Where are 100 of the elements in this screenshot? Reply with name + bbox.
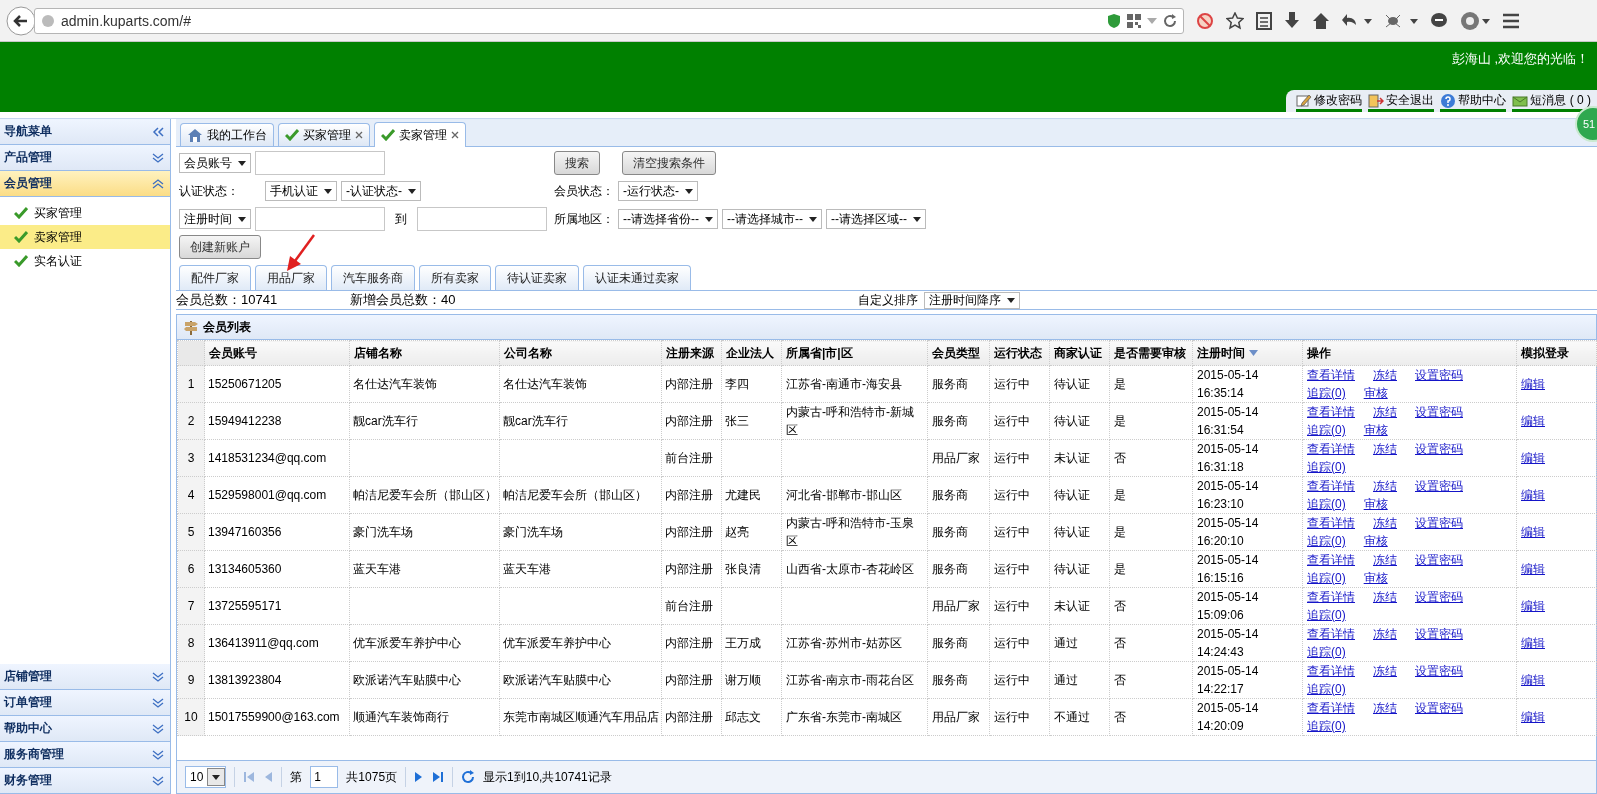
action-link[interactable]: 追踪(0) (1307, 532, 1346, 550)
menu-item[interactable]: 实名认证 (0, 249, 170, 273)
edit-link[interactable]: 编辑 (1521, 562, 1545, 576)
action-link[interactable]: 冻结 (1373, 662, 1397, 680)
action-link[interactable]: 冻结 (1373, 366, 1397, 384)
action-link[interactable]: 设置密码 (1415, 551, 1463, 569)
sort-dropdown[interactable]: 注册时间降序 (924, 291, 1020, 309)
action-link[interactable]: 追踪(0) (1307, 384, 1346, 402)
column-header[interactable]: 商家认证 (1049, 340, 1110, 366)
action-link[interactable]: 查看详情 (1307, 699, 1355, 717)
edit-link[interactable]: 编辑 (1521, 525, 1545, 539)
action-link[interactable]: 追踪(0) (1307, 717, 1346, 735)
collapse-icon[interactable] (152, 126, 164, 137)
tab[interactable]: 卖家管理 (374, 122, 466, 147)
menu-item[interactable]: 买家管理 (0, 201, 170, 225)
edit-link[interactable]: 编辑 (1521, 710, 1545, 724)
edit-link[interactable]: 编辑 (1521, 377, 1545, 391)
action-link[interactable]: 设置密码 (1415, 403, 1463, 421)
dropdown[interactable]: -运行状态- (618, 181, 698, 201)
edit-link[interactable]: 编辑 (1521, 414, 1545, 428)
back-button[interactable] (6, 5, 36, 36)
menu-section[interactable]: 店铺管理 (0, 664, 170, 690)
action-link[interactable]: 冻结 (1373, 625, 1397, 643)
header-link[interactable]: 修改密码 (1296, 92, 1363, 112)
download-icon[interactable] (1284, 11, 1300, 30)
action-link[interactable]: 冻结 (1373, 477, 1397, 495)
action-link[interactable]: 查看详情 (1307, 366, 1355, 384)
column-header[interactable]: 模拟登录 (1516, 340, 1597, 366)
close-icon[interactable] (451, 131, 459, 139)
edit-link[interactable]: 编辑 (1521, 636, 1545, 650)
column-header[interactable]: 企业法人 (721, 340, 782, 366)
action-link[interactable]: 冻结 (1373, 588, 1397, 606)
dropdown[interactable]: 手机认证 (265, 181, 337, 201)
action-link[interactable]: 冻结 (1373, 403, 1397, 421)
dropdown[interactable]: --请选择省份-- (618, 209, 718, 229)
close-icon[interactable] (355, 131, 363, 139)
menu-item[interactable]: 卖家管理 (0, 225, 170, 249)
clear-button[interactable]: 清空搜索条件 (622, 151, 716, 175)
action-link[interactable]: 查看详情 (1307, 514, 1355, 532)
tab[interactable]: 认证未通过卖家 (583, 265, 691, 290)
edit-link[interactable]: 编辑 (1521, 451, 1545, 465)
list-icon[interactable] (1256, 11, 1272, 30)
column-header[interactable]: 所属省|市|区 (781, 340, 928, 366)
home-icon[interactable] (1312, 11, 1330, 30)
action-link[interactable]: 设置密码 (1415, 699, 1463, 717)
last-page-icon[interactable] (432, 771, 445, 783)
action-link[interactable]: 追踪(0) (1307, 643, 1346, 661)
action-link[interactable]: 冻结 (1373, 699, 1397, 717)
edit-link[interactable]: 编辑 (1521, 673, 1545, 687)
tab[interactable]: 用品厂家 (255, 265, 327, 290)
action-link[interactable]: 审核 (1363, 384, 1388, 402)
create-account-button[interactable]: 创建新账户 (179, 235, 261, 259)
tab[interactable]: 所有卖家 (419, 265, 491, 290)
column-header[interactable]: 公司名称 (499, 340, 662, 366)
column-header[interactable]: 是否需要审核 (1109, 340, 1193, 366)
block-icon[interactable] (1196, 11, 1214, 30)
action-link[interactable]: 审核 (1363, 569, 1388, 587)
action-link[interactable]: 冻结 (1373, 514, 1397, 532)
reload-icon[interactable] (1163, 13, 1177, 28)
search-button[interactable]: 搜索 (554, 151, 600, 175)
action-link[interactable]: 查看详情 (1307, 477, 1355, 495)
text-field[interactable] (255, 151, 385, 175)
dropdown[interactable]: 会员账号 (179, 153, 251, 173)
action-link[interactable]: 追踪(0) (1307, 680, 1346, 698)
action-link[interactable]: 追踪(0) (1307, 569, 1346, 587)
dropdown[interactable]: 注册时间 (179, 209, 251, 229)
menu-section[interactable]: 帮助中心 (0, 716, 170, 742)
action-link[interactable]: 追踪(0) (1307, 606, 1346, 624)
dropdown[interactable]: -认证状态- (341, 181, 421, 201)
tab[interactable]: 汽车服务商 (331, 265, 415, 290)
action-link[interactable]: 设置密码 (1415, 662, 1463, 680)
action-link[interactable]: 查看详情 (1307, 588, 1355, 606)
menu-section[interactable]: 会员管理 (0, 171, 170, 197)
column-header[interactable]: 运行状态 (989, 340, 1050, 366)
dropdown[interactable]: --请选择城市-- (722, 209, 822, 229)
action-link[interactable]: 查看详情 (1307, 662, 1355, 680)
tab[interactable]: 配件厂家 (179, 265, 251, 290)
action-link[interactable]: 设置密码 (1415, 366, 1463, 384)
header-link[interactable]: 帮助中心 (1440, 92, 1507, 112)
date-field[interactable] (417, 207, 547, 231)
page-size-dropdown[interactable]: 10 (185, 766, 227, 788)
menu-section[interactable]: 服务商管理 (0, 742, 170, 768)
action-link[interactable]: 查看详情 (1307, 403, 1355, 421)
action-link[interactable]: 冻结 (1373, 551, 1397, 569)
menu-section[interactable]: 产品管理 (0, 145, 170, 171)
menu-section[interactable]: 订单管理 (0, 690, 170, 716)
tab[interactable]: 我的工作台 (180, 123, 274, 146)
refresh-icon[interactable] (461, 770, 476, 784)
tab[interactable]: 待认证卖家 (495, 265, 579, 290)
action-link[interactable]: 审核 (1363, 495, 1388, 513)
tab[interactable]: 买家管理 (278, 123, 370, 146)
star-icon[interactable] (1226, 11, 1244, 30)
column-header[interactable]: 店铺名称 (349, 340, 500, 366)
edit-link[interactable]: 编辑 (1521, 599, 1545, 613)
action-link[interactable]: 设置密码 (1415, 514, 1463, 532)
action-link[interactable]: 查看详情 (1307, 625, 1355, 643)
action-link[interactable]: 查看详情 (1307, 551, 1355, 569)
action-link[interactable]: 设置密码 (1415, 477, 1463, 495)
qr-code-icon[interactable] (1127, 13, 1141, 28)
action-link[interactable]: 设置密码 (1415, 625, 1463, 643)
